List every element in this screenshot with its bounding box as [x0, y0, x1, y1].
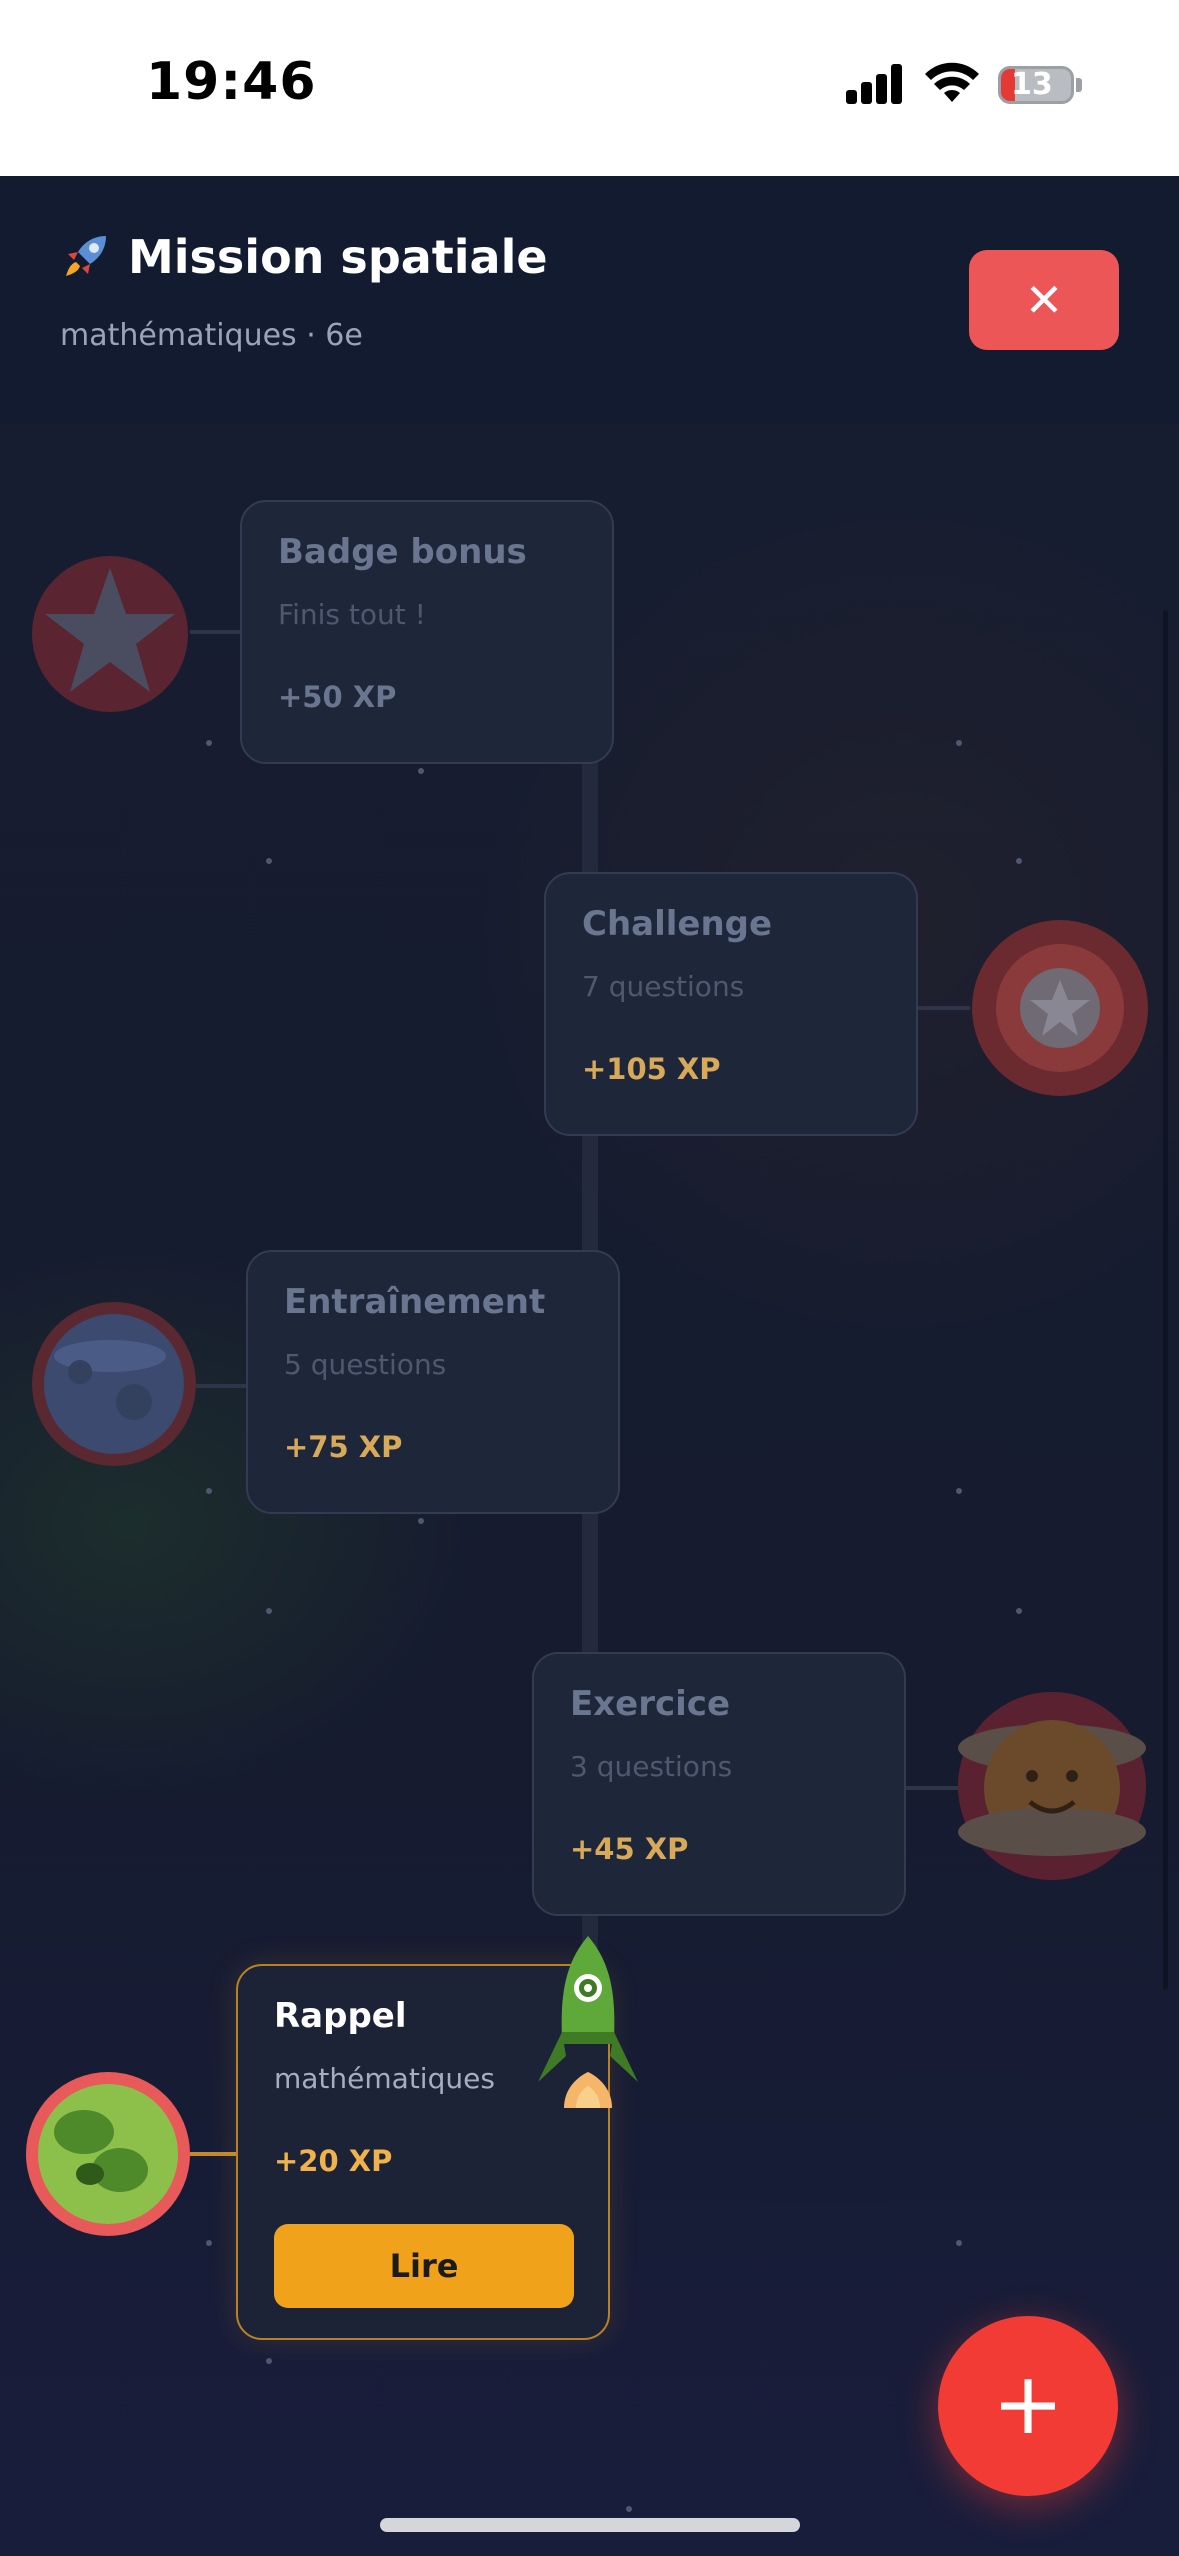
connector [918, 1006, 970, 1010]
card-title: Badge bonus [278, 532, 527, 572]
close-button[interactable]: ✕ [969, 250, 1119, 350]
cellular-signal-icon [846, 64, 902, 104]
status-bar: 19:46 13 [0, 0, 1179, 176]
mission-card-exercice[interactable]: Exercice 3 questions +45 XP [532, 1652, 906, 1916]
home-indicator[interactable] [380, 2518, 800, 2532]
star-dot [1016, 1608, 1022, 1614]
star-dot [418, 768, 424, 774]
card-xp: +105 XP [582, 1052, 721, 1086]
star-dot [956, 1488, 962, 1494]
star-dot [266, 1608, 272, 1614]
star-dot [206, 2240, 212, 2246]
battery-level: 13 [1011, 67, 1053, 102]
star-dot [266, 2358, 272, 2364]
page-subtitle: mathématiques · 6e [60, 318, 363, 353]
connector [906, 1786, 958, 1790]
card-title: Challenge [582, 904, 773, 944]
wifi-icon [925, 62, 979, 102]
star-dot [956, 2240, 962, 2246]
card-subtitle: 7 questions [582, 970, 745, 1003]
star-dot [206, 1488, 212, 1494]
card-xp: +75 XP [284, 1430, 403, 1464]
blue-planet-icon[interactable] [30, 1300, 198, 1468]
mission-map[interactable]: Badge bonus Finis tout ! +50 XP Challeng… [0, 424, 1179, 2556]
star-dot [418, 1518, 424, 1524]
mission-card-challenge[interactable]: Challenge 7 questions +105 XP [544, 872, 918, 1136]
connector [190, 630, 242, 634]
star-planet-icon[interactable] [970, 918, 1150, 1098]
card-title: Rappel [274, 1996, 407, 2036]
star-dot [1016, 858, 1022, 864]
star-dot [266, 858, 272, 864]
card-subtitle: Finis tout ! [278, 598, 426, 631]
status-time: 19:46 [146, 52, 317, 112]
mission-header: Mission spatiale mathématiques · 6e ✕ [0, 176, 1179, 426]
add-button[interactable]: + [938, 2316, 1118, 2496]
read-button[interactable]: Lire [274, 2224, 574, 2308]
card-title: Entraînement [284, 1282, 546, 1322]
connector-active [190, 2152, 236, 2156]
battery-tip [1076, 78, 1082, 92]
ringed-face-planet-icon[interactable] [956, 1690, 1148, 1882]
star-dot [206, 740, 212, 746]
card-xp: +50 XP [278, 680, 397, 714]
connector [196, 1384, 248, 1388]
card-xp: +20 XP [274, 2144, 393, 2178]
card-xp: +45 XP [570, 1832, 689, 1866]
star-dot [626, 2506, 632, 2512]
scrollbar[interactable] [1163, 610, 1168, 1990]
mission-card-entrainement[interactable]: Entraînement 5 questions +75 XP [246, 1250, 620, 1514]
green-planet-icon[interactable] [24, 2070, 192, 2238]
card-subtitle: 5 questions [284, 1348, 447, 1381]
card-title: Exercice [570, 1684, 731, 1724]
rocket-icon [66, 236, 106, 276]
star-dot [956, 740, 962, 746]
card-subtitle: 3 questions [570, 1750, 733, 1783]
star-planet-icon[interactable] [30, 554, 190, 714]
page-title: Mission spatiale [128, 230, 548, 284]
battery-icon: 13 [998, 66, 1074, 104]
mission-card-badge-bonus[interactable]: Badge bonus Finis tout ! +50 XP [240, 500, 614, 764]
rocket-marker-icon [538, 1936, 638, 2108]
card-subtitle: mathématiques [274, 2062, 495, 2095]
